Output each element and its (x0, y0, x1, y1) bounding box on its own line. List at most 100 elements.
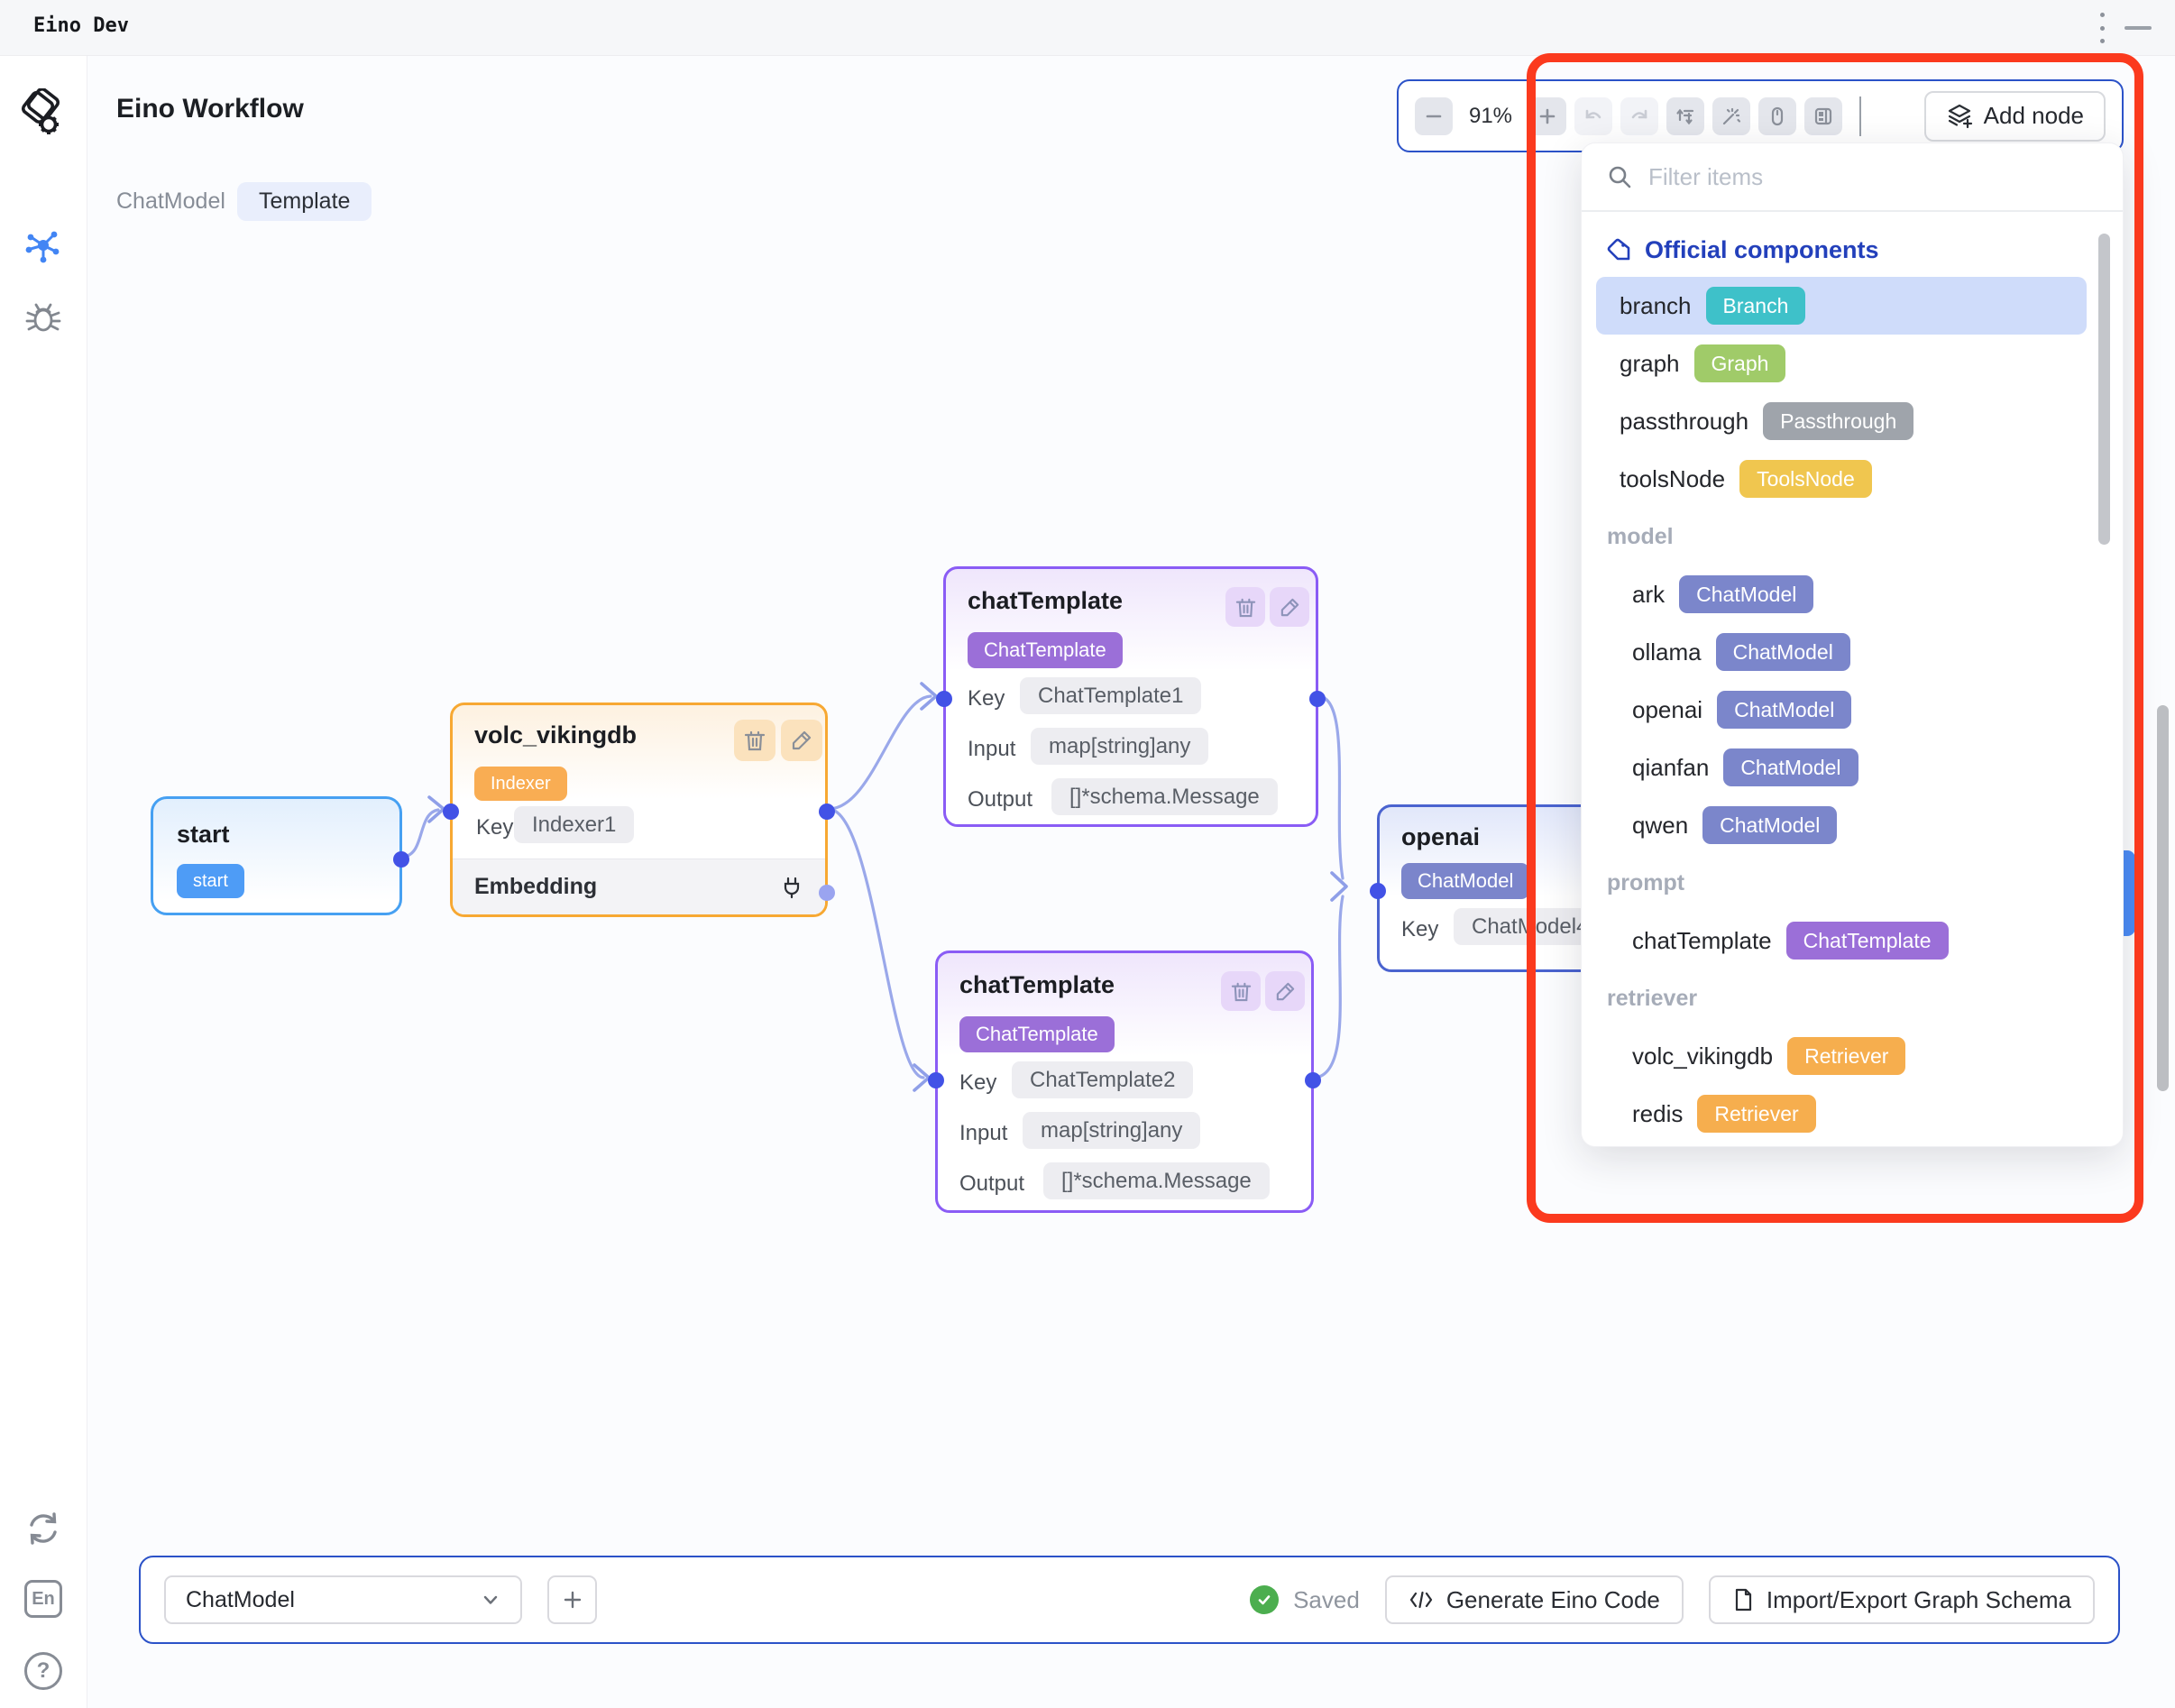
component-type-badge: ChatModel (1679, 575, 1813, 613)
embedding-section[interactable]: Embedding (453, 859, 825, 914)
node-chattemplate-2[interactable]: chatTemplate ChatTemplate Key ChatTempla… (935, 950, 1314, 1213)
row-label: Key (959, 1070, 996, 1096)
workflow-nav-icon[interactable] (23, 225, 63, 265)
magic-wand-icon[interactable] (1712, 97, 1750, 135)
edit-node-button[interactable] (1265, 971, 1305, 1011)
help-icon[interactable]: ? (24, 1652, 62, 1690)
chevron-down-icon (481, 1590, 500, 1610)
key-label: Key (1401, 917, 1438, 942)
edge-chattemplate1-to-openai (1319, 696, 1343, 878)
component-type-badge: ChatModel (1702, 806, 1837, 844)
delete-node-button[interactable] (1225, 587, 1265, 627)
node-title: chatTemplate (968, 587, 1123, 615)
component-type-badge: Graph (1694, 344, 1786, 382)
minimap-icon[interactable] (1804, 97, 1842, 135)
embedding-port[interactable] (819, 885, 835, 901)
panel-scrollbar[interactable] (2098, 234, 2110, 545)
output-port[interactable] (819, 803, 835, 820)
tab-template[interactable]: Template (237, 182, 372, 221)
edge-chattemplate2-to-openai (1315, 896, 1343, 1078)
key-label: Key (476, 815, 513, 840)
component-item-toolsnode[interactable]: toolsNode ToolsNode (1596, 450, 2087, 508)
sync-refresh-icon[interactable] (23, 1508, 64, 1549)
add-node-button[interactable]: Add node (1924, 91, 2106, 142)
window-minimize-icon[interactable] (2125, 26, 2152, 30)
language-icon[interactable]: En (24, 1580, 62, 1618)
node-type-badge: Indexer (474, 767, 567, 801)
component-item-branch[interactable]: branch Branch (1596, 277, 2087, 335)
edge-volc-to-chattemplate1 (829, 696, 931, 809)
code-icon (1409, 1589, 1434, 1611)
search-icon (1607, 164, 1632, 189)
component-item-ark[interactable]: ark ChatModel (1596, 565, 2087, 623)
output-port[interactable] (393, 851, 409, 868)
add-node-panel: Official components branch Branch graph … (1581, 142, 2124, 1147)
output-port[interactable] (1305, 1072, 1321, 1088)
component-type-badge: Passthrough (1763, 402, 1913, 440)
component-item-graph[interactable]: graph Graph (1596, 335, 2087, 392)
row-value-chip: []*schema.Message (1051, 778, 1278, 815)
redo-button[interactable] (1620, 97, 1658, 135)
node-title: start (177, 821, 230, 849)
component-list: Official components branch Branch graph … (1596, 223, 2087, 1143)
row-value-chip: ChatTemplate2 (1012, 1061, 1193, 1098)
row-value-chip: map[string]any (1023, 1112, 1200, 1149)
edit-node-button[interactable] (1270, 587, 1309, 627)
auto-layout-icon[interactable] (1666, 97, 1704, 135)
component-item-qwen[interactable]: qwen ChatModel (1596, 796, 2087, 854)
input-port[interactable] (936, 691, 952, 707)
saved-check-icon (1250, 1585, 1279, 1614)
row-label: Key (968, 686, 1005, 712)
help-label: ? (37, 1658, 50, 1684)
filter-row (1582, 143, 2123, 212)
app-logo-icon[interactable] (21, 88, 66, 137)
input-port[interactable] (928, 1072, 944, 1088)
component-item-redis[interactable]: redis Retriever (1596, 1085, 2087, 1143)
component-item-chattemplate[interactable]: chatTemplate ChatTemplate (1596, 912, 2087, 969)
component-type-badge: Retriever (1697, 1095, 1815, 1133)
node-type-badge: ChatTemplate (968, 632, 1123, 668)
undo-button[interactable] (1574, 97, 1612, 135)
component-item-passthrough[interactable]: passthrough Passthrough (1596, 392, 2087, 450)
tag-icon (1605, 236, 1632, 263)
component-section-retriever: retriever (1596, 969, 2087, 1027)
component-type-badge: ToolsNode (1739, 460, 1872, 498)
page-title: Eino Workflow (116, 94, 304, 124)
debug-bug-icon[interactable] (23, 298, 63, 337)
output-port[interactable] (1309, 691, 1326, 707)
edit-node-button[interactable] (781, 720, 822, 761)
input-port[interactable] (443, 803, 459, 820)
filter-input[interactable] (1648, 163, 2097, 191)
node-volc-vikingdb[interactable]: volc_vikingdb Indexer Key Indexer1 Embed… (450, 702, 828, 917)
component-type-badge: ChatModel (1717, 691, 1851, 729)
input-port[interactable] (1370, 883, 1386, 899)
delete-node-button[interactable] (1221, 971, 1261, 1011)
component-type-badge: Branch (1706, 287, 1806, 325)
node-chattemplate-1[interactable]: chatTemplate ChatTemplate Key ChatTempla… (943, 566, 1318, 827)
layers-plus-icon (1946, 103, 1973, 130)
page-scrollbar[interactable] (2157, 705, 2169, 1091)
row-label: Output (968, 787, 1032, 813)
node-title: chatTemplate (959, 971, 1115, 999)
component-item-volc-vikingdb[interactable]: volc_vikingdb Retriever (1596, 1027, 2087, 1085)
import-export-button[interactable]: Import/Export Graph Schema (1709, 1575, 2095, 1624)
component-item-ollama[interactable]: ollama ChatModel (1596, 623, 2087, 681)
delete-node-button[interactable] (734, 720, 775, 761)
node-type-badge: ChatTemplate (959, 1016, 1115, 1052)
add-node-type-button[interactable] (547, 1575, 597, 1624)
zoom-in-button[interactable] (1528, 97, 1566, 135)
node-start[interactable]: start start (151, 796, 402, 915)
generate-code-button[interactable]: Generate Eino Code (1385, 1575, 1684, 1624)
window-more-icon[interactable] (2097, 13, 2106, 43)
component-item-qianfan[interactable]: qianfan ChatModel (1596, 739, 2087, 796)
save-status: Saved (1250, 1585, 1360, 1614)
window-titlebar: Eino Dev (0, 0, 2175, 56)
component-section-model: model (1596, 508, 2087, 565)
component-item-openai[interactable]: openai ChatModel (1596, 681, 2087, 739)
tab-chatmodel[interactable]: ChatModel (116, 188, 225, 215)
sidebar: En ? (0, 56, 87, 1708)
mouse-mode-icon[interactable] (1758, 97, 1796, 135)
node-type-select[interactable]: ChatModel (164, 1575, 522, 1624)
plug-icon (780, 876, 803, 899)
zoom-out-button[interactable] (1415, 97, 1453, 135)
